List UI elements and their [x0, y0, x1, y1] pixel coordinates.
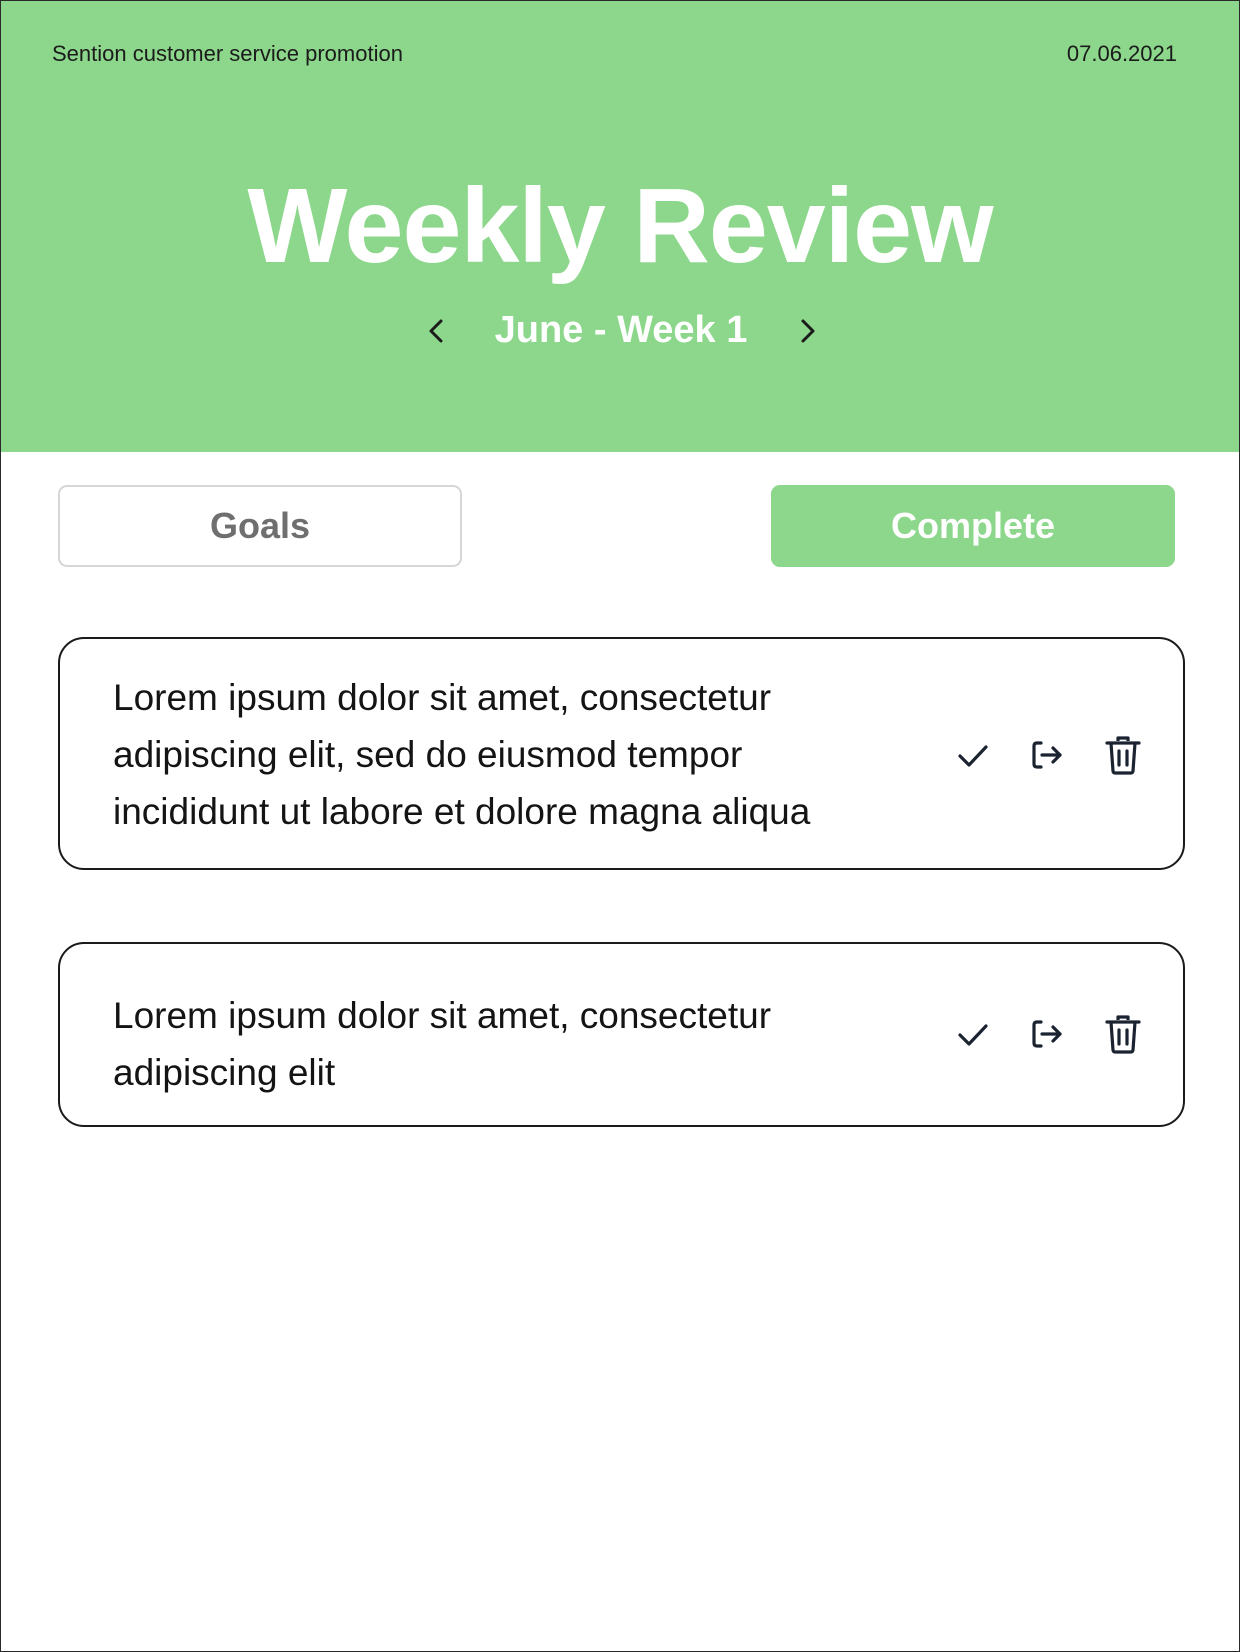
trash-icon[interactable] [1099, 1010, 1147, 1058]
check-icon[interactable] [949, 1010, 997, 1058]
check-icon[interactable] [949, 731, 997, 779]
move-icon[interactable] [1023, 1010, 1071, 1058]
goal-actions [949, 1010, 1147, 1058]
header-date: 07.06.2021 [1066, 41, 1177, 66]
week-navigator: June - Week 1 [1, 301, 1239, 361]
chevron-left-icon[interactable] [421, 315, 453, 347]
week-label: June - Week 1 [494, 309, 748, 351]
goal-text: Lorem ipsum dolor sit amet, consectetur … [113, 995, 772, 1093]
goal-actions [949, 731, 1147, 779]
tab-complete[interactable]: Complete [771, 485, 1175, 567]
trash-icon[interactable] [1099, 731, 1147, 779]
header: Sention customer service promotion 07.06… [1, 1, 1239, 452]
move-icon[interactable] [1023, 731, 1071, 779]
page-title: Weekly Review [247, 167, 993, 285]
app-name: Sention customer service promotion [52, 41, 403, 66]
app-frame: Sention customer service promotion 07.06… [0, 0, 1240, 1652]
goal-card: Lorem ipsum dolor sit amet, consectetur … [58, 942, 1185, 1127]
tab-goals[interactable]: Goals [58, 485, 462, 567]
goal-text: Lorem ipsum dolor sit amet, consectetur … [113, 677, 811, 832]
goal-card: Lorem ipsum dolor sit amet, consectetur … [58, 637, 1185, 870]
chevron-right-icon[interactable] [791, 315, 823, 347]
